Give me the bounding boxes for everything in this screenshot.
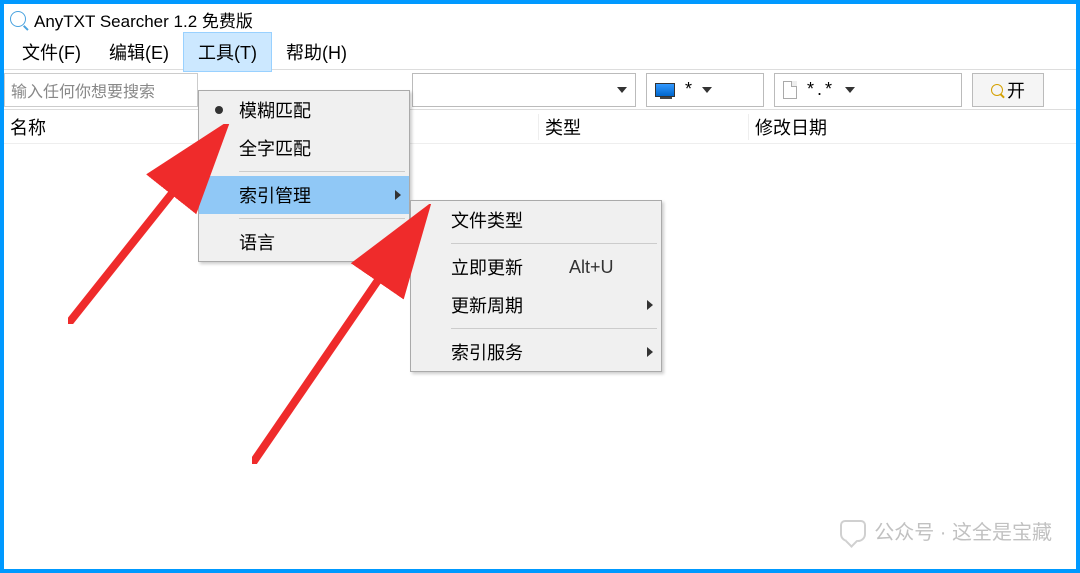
path-combo[interactable] <box>412 73 636 107</box>
index-update-now[interactable]: 立即更新 Alt+U <box>411 248 661 286</box>
index-submenu-popup: 文件类型 立即更新 Alt+U 更新周期 索引服务 <box>410 200 662 372</box>
search-input[interactable]: 输入任何你想要搜索 <box>4 73 198 107</box>
chevron-down-icon <box>702 87 712 93</box>
index-file-type-label: 文件类型 <box>451 207 523 233</box>
file-icon <box>783 81 797 99</box>
index-update-now-shortcut: Alt+U <box>569 257 614 278</box>
menu-separator <box>451 328 657 329</box>
search-button-label: 开 <box>1007 77 1025 103</box>
app-icon <box>10 11 26 27</box>
menu-bar: 文件(F) 编辑(E) 工具(T) 帮助(H) <box>4 34 1076 70</box>
chevron-down-icon <box>845 87 855 93</box>
search-button[interactable]: 开 <box>972 73 1044 107</box>
index-update-now-label: 立即更新 <box>451 254 523 280</box>
wechat-icon <box>840 520 866 542</box>
col-date[interactable]: 修改日期 <box>749 114 1076 140</box>
menu-edit[interactable]: 编辑(E) <box>95 33 183 71</box>
menu-tools[interactable]: 工具(T) <box>183 32 272 72</box>
index-update-cycle-label: 更新周期 <box>451 292 523 318</box>
monitor-icon <box>655 83 675 97</box>
index-update-cycle[interactable]: 更新周期 <box>411 286 661 324</box>
chevron-down-icon <box>617 87 627 93</box>
menu-separator <box>239 171 405 172</box>
menu-separator <box>451 243 657 244</box>
drive-filter-value: * <box>685 79 692 100</box>
submenu-arrow-icon <box>647 347 653 357</box>
radio-dot-icon <box>215 106 223 114</box>
window-title: AnyTXT Searcher 1.2 免费版 <box>34 7 253 32</box>
menu-file[interactable]: 文件(F) <box>8 33 95 71</box>
tools-whole-label: 全字匹配 <box>239 135 311 161</box>
title-bar: AnyTXT Searcher 1.2 免费版 <box>4 4 1076 34</box>
submenu-arrow-icon <box>647 300 653 310</box>
ext-filter-value: *.* <box>807 79 835 100</box>
tools-fuzzy-label: 模糊匹配 <box>239 97 311 123</box>
ext-filter-combo[interactable]: *.* <box>774 73 962 107</box>
annotation-arrow <box>68 124 238 324</box>
index-service-label: 索引服务 <box>451 339 523 365</box>
menu-help[interactable]: 帮助(H) <box>272 33 361 71</box>
annotation-arrow <box>252 204 442 464</box>
col-type[interactable]: 类型 <box>539 114 749 140</box>
watermark-text: 公众号 · 这全是宝藏 <box>874 516 1052 545</box>
index-service[interactable]: 索引服务 <box>411 333 661 371</box>
watermark: 公众号 · 这全是宝藏 <box>840 516 1052 545</box>
drive-filter-combo[interactable]: * <box>646 73 764 107</box>
search-icon <box>991 84 1003 96</box>
search-placeholder: 输入任何你想要搜索 <box>11 78 155 102</box>
submenu-arrow-icon <box>395 190 401 200</box>
toolbar: 输入任何你想要搜索 * *.* 开 <box>4 70 1076 110</box>
index-file-type[interactable]: 文件类型 <box>411 201 661 239</box>
